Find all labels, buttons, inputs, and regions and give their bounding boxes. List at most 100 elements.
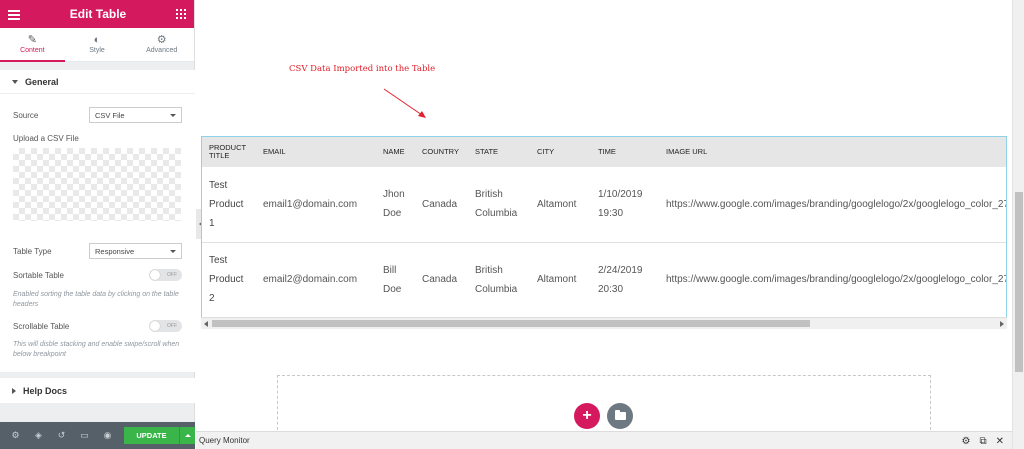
- cell-email: email2@domain.com: [263, 274, 358, 285]
- section-title: Help Docs: [23, 385, 68, 396]
- section-title: General: [25, 76, 59, 87]
- table-row: Test Product 1 email1@domain.com Jhon Do…: [202, 167, 1006, 242]
- upload-label: Upload a CSV File: [13, 134, 79, 143]
- cell-line: Jhon: [383, 189, 405, 201]
- table-type-select[interactable]: Responsive: [89, 243, 182, 259]
- add-template-button[interactable]: [607, 403, 633, 429]
- tab-label: Advanced: [146, 47, 178, 54]
- column-header[interactable]: EMAIL: [256, 137, 376, 167]
- caret-right-icon: [12, 387, 16, 394]
- source-select[interactable]: CSV File: [89, 107, 182, 123]
- scrollbar-thumb[interactable]: [212, 320, 810, 327]
- tab-advanced[interactable]: ⚙ Advanced: [129, 28, 194, 61]
- settings-gear-icon[interactable]: ⚙: [4, 422, 27, 449]
- caret-down-icon: [12, 79, 18, 84]
- table-type-label: Table Type: [13, 246, 52, 256]
- cell-line: Doe: [383, 208, 402, 220]
- close-icon[interactable]: ✕: [996, 436, 1004, 447]
- update-button[interactable]: UPDATE: [124, 427, 179, 444]
- caret-up-icon: [184, 434, 191, 437]
- table-horizontal-scrollbar[interactable]: [201, 317, 1007, 329]
- cell-line: 2/24/2019: [598, 264, 643, 276]
- query-monitor-bar: Query Monitor ⚙ ⧉ ✕: [196, 431, 1012, 449]
- column-header[interactable]: IMAGE URL: [659, 137, 1006, 167]
- update-options-button[interactable]: [179, 427, 195, 444]
- tab-label: Style: [89, 47, 105, 54]
- cell-line: British: [475, 264, 503, 276]
- page-vertical-scrollbar[interactable]: [1012, 0, 1024, 449]
- table-header-row: PRODUCT TITLE EMAIL NAME COUNTRY STATE C…: [202, 137, 1006, 167]
- scroll-left-arrow-icon[interactable]: [204, 321, 208, 327]
- hamburger-menu-icon[interactable]: [8, 9, 20, 20]
- cell-line: Columbia: [475, 208, 518, 220]
- cell-image-url: https://www.google.com/images/branding/g…: [666, 198, 1006, 210]
- csv-upload-box[interactable]: [13, 148, 181, 221]
- cell-image-url: https://www.google.com/images/branding/g…: [666, 274, 1006, 285]
- cell-time: 1/10/2019 19:30: [591, 167, 659, 242]
- chevron-down-icon: [170, 249, 176, 253]
- scrollable-toggle[interactable]: OFF: [149, 320, 182, 332]
- popout-icon[interactable]: ⧉: [979, 436, 986, 447]
- scrollbar-thumb[interactable]: [1015, 192, 1023, 372]
- widgets-grid-icon[interactable]: [175, 9, 186, 19]
- responsive-icon[interactable]: ▭: [73, 422, 96, 449]
- pencil-icon: ✎: [27, 34, 37, 46]
- cell-line: 1: [209, 217, 215, 229]
- cell-line: Bill: [383, 264, 397, 276]
- column-header[interactable]: TIME: [591, 137, 659, 167]
- tab-style[interactable]: ◐ Style: [65, 28, 130, 61]
- toggle-state: OFF: [167, 323, 177, 329]
- panel-footer: ⚙ ◈ ↺ ▭ ◉ UPDATE: [0, 422, 195, 449]
- cell-line: Doe: [383, 283, 402, 295]
- column-header[interactable]: CITY: [530, 137, 591, 167]
- cell-email: email1@domain.com: [263, 198, 358, 210]
- add-section-drop-zone[interactable]: [277, 375, 931, 435]
- eye-icon[interactable]: ◉: [96, 422, 119, 449]
- section-help-docs: Help Docs: [0, 378, 195, 403]
- cell-line: Product: [209, 274, 244, 285]
- tab-label: Content: [20, 47, 45, 54]
- sortable-toggle[interactable]: OFF: [149, 269, 182, 281]
- sortable-control: Sortable Table OFF: [13, 269, 182, 281]
- csv-table: PRODUCT TITLE EMAIL NAME COUNTRY STATE C…: [202, 137, 1006, 318]
- column-header[interactable]: PRODUCT TITLE: [202, 137, 256, 167]
- sortable-help: Enabled sorting the table data by clicki…: [13, 291, 179, 308]
- cell-state: British Columbia: [468, 242, 530, 317]
- cell-product: Test Product 2: [202, 242, 256, 317]
- gear-icon[interactable]: ⚙: [962, 436, 971, 447]
- section-help-header[interactable]: Help Docs: [0, 378, 195, 403]
- half-circle-icon: ◐: [93, 34, 101, 46]
- scrollable-control: Scrollable Table OFF: [13, 320, 182, 332]
- cell-line: 1/10/2019: [598, 189, 643, 201]
- chevron-down-icon: [170, 113, 176, 117]
- panel-header: Edit Table: [0, 0, 194, 28]
- source-value: CSV File: [95, 110, 125, 120]
- cell-line: Test: [209, 255, 228, 266]
- column-header[interactable]: COUNTRY: [415, 137, 468, 167]
- cell-country: Canada: [422, 274, 458, 285]
- history-icon[interactable]: ↺: [50, 422, 73, 449]
- scroll-right-arrow-icon[interactable]: [1000, 321, 1004, 327]
- cell-line: Test: [209, 179, 228, 191]
- layers-icon[interactable]: ◈: [27, 422, 50, 449]
- cell-city: Altamont: [537, 198, 577, 210]
- query-monitor-label[interactable]: Query Monitor: [199, 436, 250, 445]
- cell-product: Test Product 1: [202, 167, 256, 242]
- column-header[interactable]: NAME: [376, 137, 415, 167]
- table-row: Test Product 2 email2@domain.com Bill Do…: [202, 242, 1006, 317]
- cell-name: Jhon Doe: [376, 167, 415, 242]
- tab-content[interactable]: ✎ Content: [0, 28, 65, 62]
- column-header[interactable]: STATE: [468, 137, 530, 167]
- table-type-value: Responsive: [95, 246, 135, 256]
- data-table-widget: PRODUCT TITLE EMAIL NAME COUNTRY STATE C…: [201, 136, 1007, 329]
- section-general-header[interactable]: General: [0, 70, 195, 94]
- cell-city: Altamont: [537, 274, 577, 285]
- annotation-arrow: [383, 88, 426, 118]
- source-label: Source: [13, 110, 39, 120]
- cell-line: Columbia: [475, 283, 518, 295]
- add-section-button[interactable]: +: [574, 403, 600, 429]
- panel-tabs: ✎ Content ◐ Style ⚙ Advanced: [0, 28, 194, 62]
- cell-line: 20:30: [598, 283, 624, 295]
- cell-line: 19:30: [598, 208, 624, 220]
- toggle-state: OFF: [167, 272, 177, 278]
